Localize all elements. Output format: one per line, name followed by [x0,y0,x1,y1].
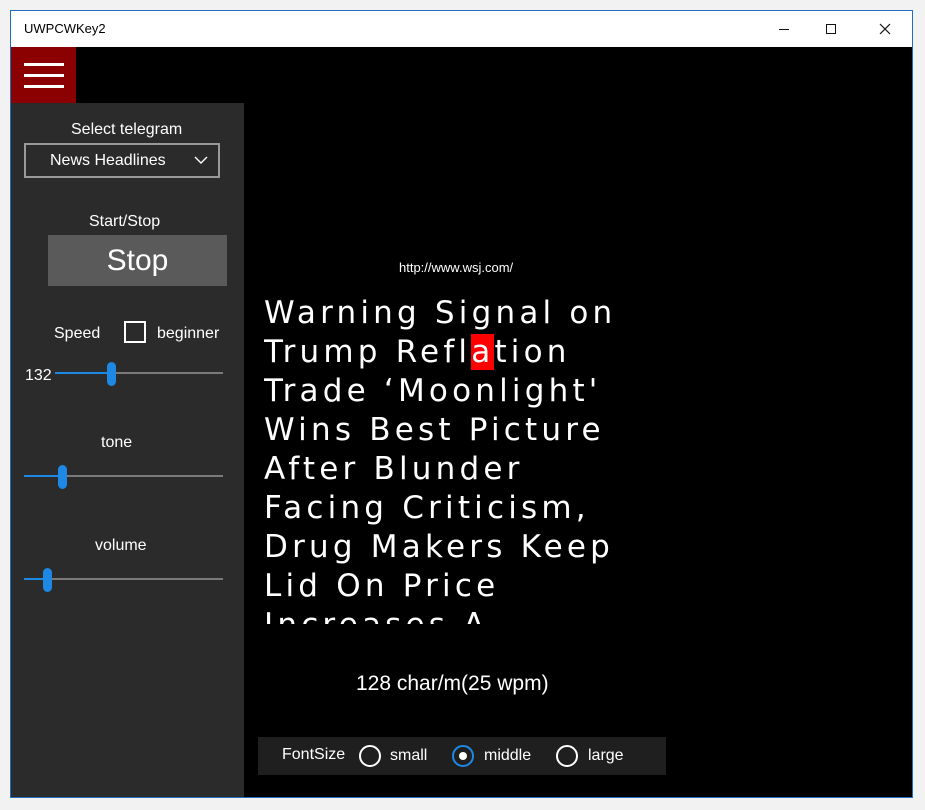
headline-line: Trade ‘Moonlight' [264,372,616,411]
hamburger-icon-bar [23,73,64,77]
headline-text: Increases A [264,607,489,624]
slider-thumb[interactable] [107,362,116,386]
settings-pane: Select telegram News Headlines Start/Sto… [11,103,244,797]
headline-line: Facing Criticism, [264,489,616,528]
maximize-icon [826,24,836,34]
headline-line: Increases A [264,606,616,624]
current-char-highlight: a [471,334,495,370]
tone-slider[interactable] [24,465,223,489]
app-window: UWPCWKey2 Select telegram News Headlines… [10,10,913,798]
start-stop-label: Start/Stop [89,213,161,230]
close-button[interactable] [862,11,908,47]
fontsize-option-middle: middle [484,747,532,764]
headline-line: After Blunder [264,450,616,489]
speed-slider[interactable] [55,362,223,386]
headline-text: Facing Criticism, [264,490,590,526]
fontsize-bar: FontSize small middle large [258,737,666,775]
minimize-icon [779,28,789,30]
fontsize-radio-small[interactable] [359,745,381,767]
source-url: http://www.wsj.com/ [399,260,514,275]
headline-text: Lid On Price [264,568,500,604]
volume-label: volume [95,537,147,554]
main-content: http://www.wsj.com/ Warning Signal on Tru… [244,47,912,797]
headline-line: Lid On Price [264,567,616,606]
speed-value: 132 [25,367,52,384]
headline-text: Trade ‘Moonlight' [264,373,602,409]
headline-text: Warning Signal on [264,295,617,331]
speed-readout: 128 char/m(25 wpm) [356,672,549,695]
headline-text: After Blunder [264,451,524,487]
headline-line: Drug Makers Keep [264,528,616,567]
stop-button[interactable]: Stop [48,235,227,286]
hamburger-icon [23,62,64,66]
fontsize-radio-middle[interactable] [452,745,474,767]
headline-line: Trump Reflation [264,333,616,372]
select-telegram-label: Select telegram [71,121,183,138]
telegram-selected: News Headlines [50,152,166,169]
hamburger-icon-bar [23,84,64,88]
fontsize-option-large: large [588,747,624,764]
minimize-button[interactable] [761,11,807,47]
maximize-button[interactable] [808,11,854,47]
tone-label: tone [101,434,133,451]
headline-line: Warning Signal on [264,294,616,333]
hamburger-menu-button[interactable] [11,47,76,103]
window-title: UWPCWKey2 [24,21,106,36]
headline-text: Trump Refl [264,334,472,370]
headline-lines: Warning Signal on Trump Reflation Trade ‘M… [264,274,616,624]
close-icon [879,23,891,35]
headline-text: Wins Best Picture [264,412,605,448]
telegram-dropdown[interactable]: News Headlines [24,143,220,178]
beginner-checkbox[interactable] [124,321,146,343]
slider-thumb[interactable] [43,568,52,592]
headline-text: Drug Makers Keep [264,529,615,565]
headline-ticker: Warning Signal on Trump Reflation Trade ‘M… [264,274,684,624]
slider-thumb[interactable] [58,465,67,489]
headline-text: tion [494,334,571,370]
title-bar: UWPCWKey2 [11,11,912,47]
fontsize-label: FontSize [282,746,346,763]
speed-label: Speed [54,325,101,342]
volume-slider[interactable] [24,568,223,592]
headline-line-clipped [264,274,616,294]
headline-line: Wins Best Picture [264,411,616,450]
fontsize-radio-large[interactable] [556,745,578,767]
fontsize-option-small: small [390,747,428,764]
slider-fill [55,372,111,374]
chevron-down-icon [194,156,208,164]
slider-fill [24,475,62,477]
slider-track [24,578,223,580]
beginner-label: beginner [157,325,220,342]
